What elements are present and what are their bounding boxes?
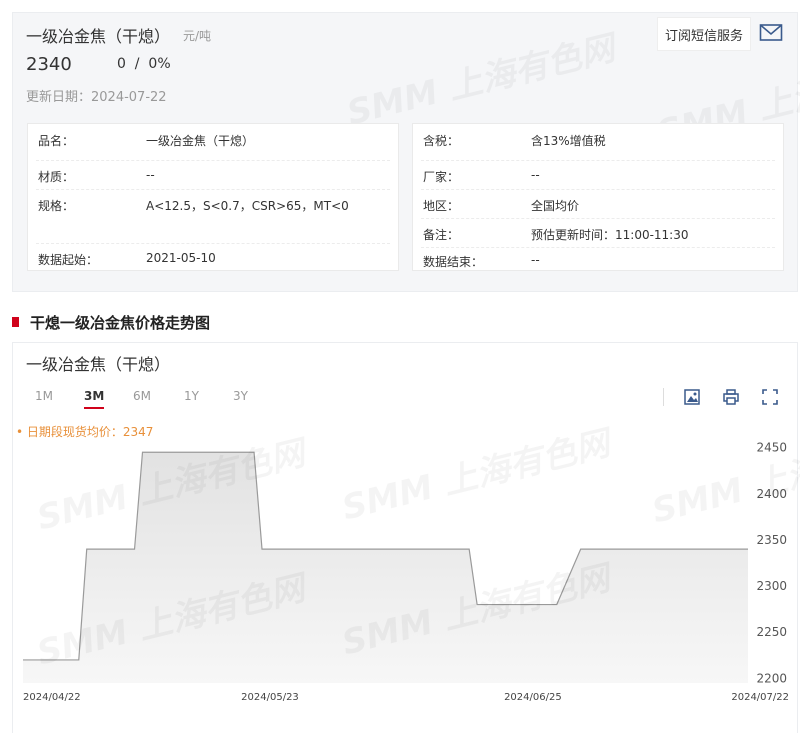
spec-row: 材质： -- xyxy=(36,161,390,190)
price-unit: 元/吨 xyxy=(183,29,212,43)
x-tick-label: 2024/06/25 xyxy=(504,692,562,703)
price-area xyxy=(23,452,748,683)
spec-key: 厂家： xyxy=(423,170,460,184)
spec-value: 2021-05-10 xyxy=(146,251,216,265)
spec-value: -- xyxy=(531,168,540,182)
x-tick-label: 2024/04/22 xyxy=(23,692,81,703)
product-info-card: SMM 上海有色网 SMM 上海有色网 一级冶金焦（干熄） 元/吨 2340 0… xyxy=(12,12,800,292)
spec-key: 数据起始： xyxy=(38,253,99,267)
spec-table-left: 品名： 一级冶金焦（干熄） 材质： -- 规格： A<12.5，S<0.7，CS… xyxy=(27,123,399,271)
spec-key: 地区： xyxy=(423,199,460,213)
x-tick-label: 2024/05/23 xyxy=(241,692,299,703)
y-tick-label: 2300 xyxy=(756,579,787,593)
watermark: SMM 上海有色网 xyxy=(341,21,619,135)
x-tick-label: 2024/07/22 xyxy=(731,692,789,703)
section-title: 干熄一级冶金焦价格走势图 xyxy=(30,314,211,332)
mail-icon[interactable] xyxy=(759,23,783,43)
spec-value: A<12.5，S<0.7，CSR>65，MT<0 xyxy=(146,199,349,213)
subscribe-sms-button[interactable]: 订阅短信服务 xyxy=(657,17,751,51)
price-chart-card: 一级冶金焦（干熄） 1M 3M 6M 1Y 3Y • 日期段现货均价：2347 … xyxy=(12,342,800,733)
current-price: 2340 xyxy=(26,54,72,75)
spec-key: 规格： xyxy=(38,199,75,213)
spec-key: 数据结束： xyxy=(423,255,484,269)
price-change: 0 / 0% xyxy=(117,56,171,72)
spec-table-right: 含税： 含13%增值税 厂家： -- 地区： 全国均价 备注： 预估更新时间：1… xyxy=(412,123,784,271)
spec-key: 材质： xyxy=(38,170,75,184)
spec-value: 含13%增值税 xyxy=(531,134,606,148)
price-trend-chart: 2200 2250 2300 2350 2400 2450 2024/04/22 2024/0… xyxy=(23,441,789,703)
y-tick-label: 2350 xyxy=(756,533,787,547)
section-marker xyxy=(12,317,19,327)
spec-value: 一级冶金焦（干熄） xyxy=(146,134,255,148)
spec-value: -- xyxy=(146,168,155,182)
update-date-label: 更新日期： xyxy=(26,90,92,105)
spec-row: 规格： A<12.5，S<0.7，CSR>65，MT<0 xyxy=(36,190,390,244)
product-title: 一级冶金焦（干熄） xyxy=(26,27,171,46)
update-date-value: 2024-07-22 xyxy=(91,90,167,105)
spec-row: 厂家： -- xyxy=(421,161,775,190)
spec-key: 备注： xyxy=(423,228,460,242)
spec-row: 数据起始： 2021-05-10 xyxy=(36,244,390,270)
y-tick-label: 2250 xyxy=(756,625,787,639)
spec-row: 备注： 预估更新时间：11:00-11:30 xyxy=(421,219,775,248)
spec-row: 品名： 一级冶金焦（干熄） xyxy=(36,132,390,161)
y-tick-label: 2450 xyxy=(756,441,787,455)
spec-key: 含税： xyxy=(423,134,460,148)
spec-row: 数据结束： -- xyxy=(421,248,775,270)
spec-row: 含税： 含13%增值税 xyxy=(421,132,775,161)
y-tick-label: 2200 xyxy=(756,671,787,685)
spec-value: 预估更新时间：11:00-11:30 xyxy=(531,228,689,242)
update-date: 更新日期：2024-07-22 xyxy=(26,86,167,105)
y-tick-label: 2400 xyxy=(756,487,787,501)
spec-row: 地区： 全国均价 xyxy=(421,190,775,219)
spec-key: 品名： xyxy=(38,134,75,148)
spec-value: 全国均价 xyxy=(531,199,580,213)
spec-value: -- xyxy=(531,253,540,267)
